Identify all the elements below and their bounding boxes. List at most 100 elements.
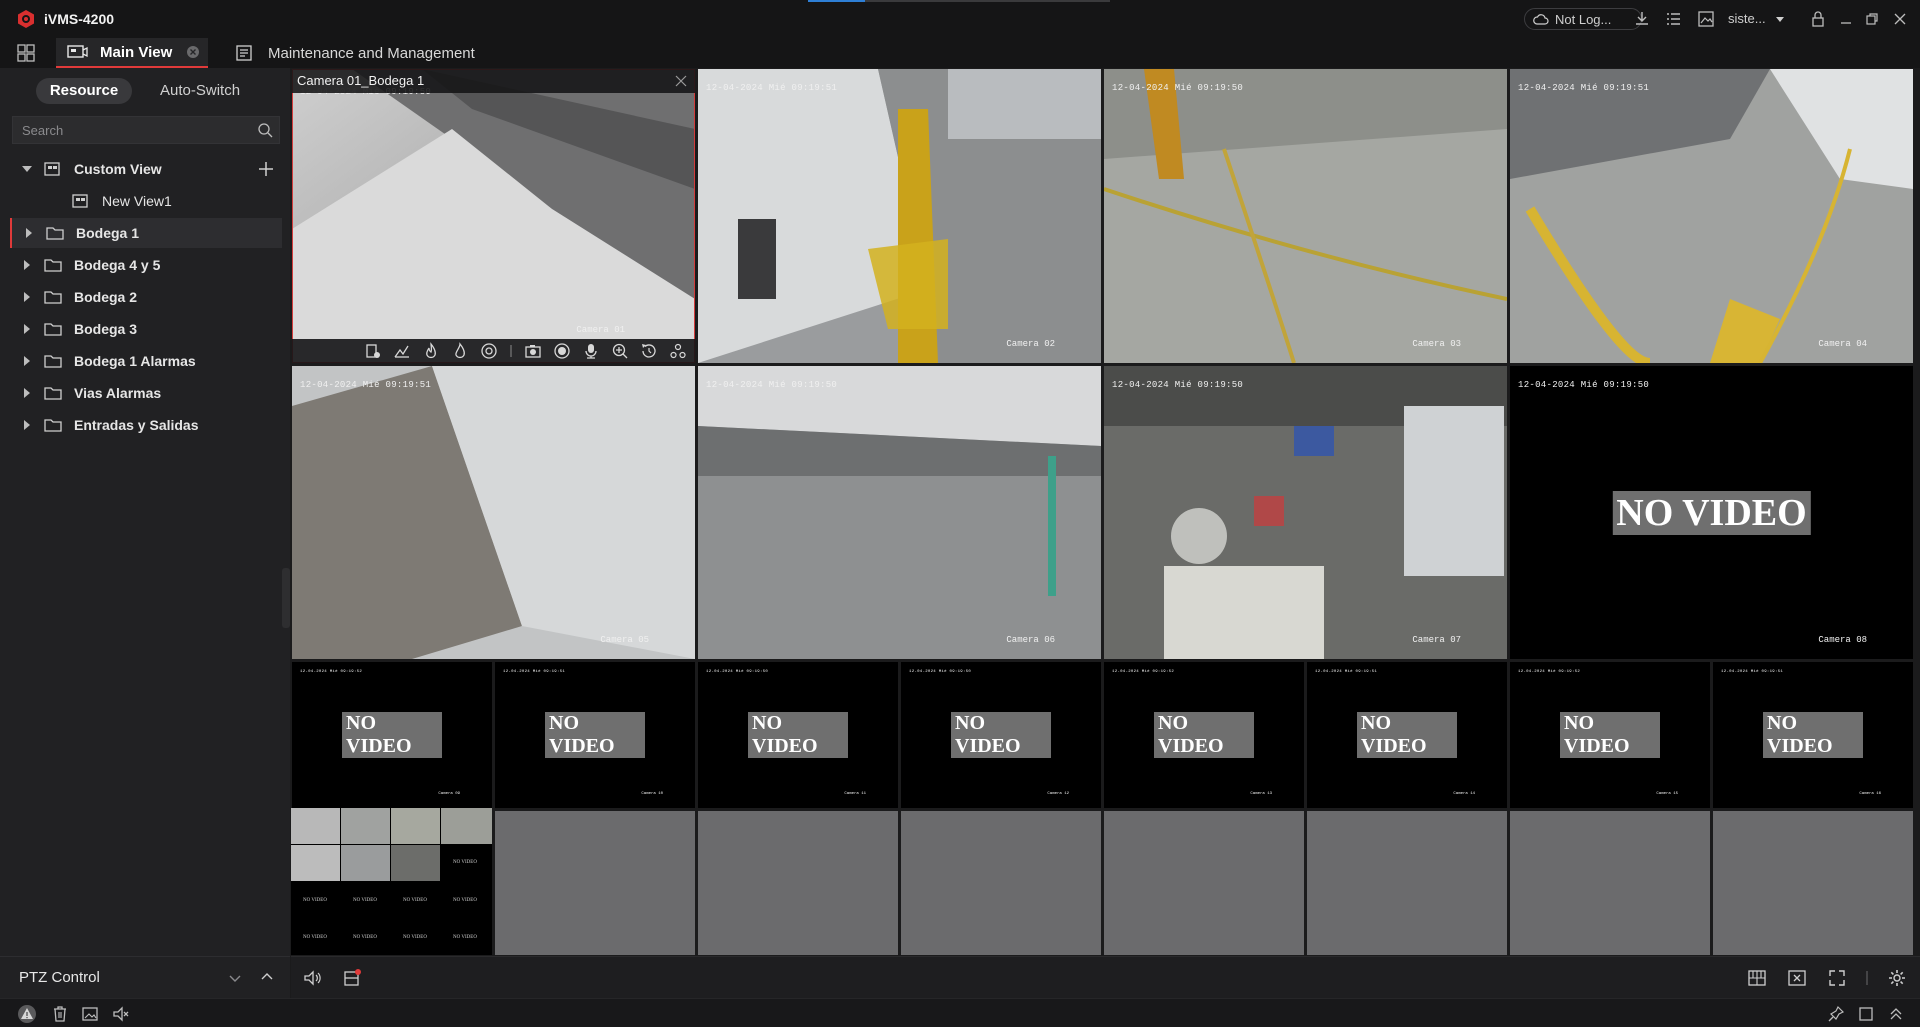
instant-playback-icon[interactable] <box>640 342 658 360</box>
expand-right-icon[interactable] <box>22 420 32 430</box>
empty-cell[interactable] <box>1307 811 1507 955</box>
tree-item-bodega-3[interactable]: Bodega 3 <box>10 314 282 344</box>
tab-main-view-label: Main View <box>100 43 173 61</box>
expand-right-icon[interactable] <box>22 356 32 366</box>
video-cell-6[interactable]: 12-04-2024 Mié 09:19:50 Camera 06 <box>698 366 1101 659</box>
lock-icon[interactable] <box>1808 9 1828 29</box>
tree-item-custom-view[interactable]: Custom View <box>10 154 282 184</box>
camera-1-name: Camera 01 <box>576 325 625 335</box>
mute-icon[interactable] <box>111 1004 131 1024</box>
window-division-icon[interactable] <box>1747 968 1767 988</box>
video-cell-12[interactable]: 12-04-2024 Mié 09:19:50 NO VIDEO Camera … <box>901 662 1101 808</box>
video-cell-16[interactable]: 12-04-2024 Mié 09:19:51 NO VIDEO Camera … <box>1713 662 1913 808</box>
empty-cell[interactable] <box>698 811 898 955</box>
camera-4-name: Camera 04 <box>1818 339 1867 349</box>
tab-maintenance[interactable]: Maintenance and Management <box>224 38 475 68</box>
expand-right-icon[interactable] <box>22 324 32 334</box>
target-icon[interactable] <box>480 342 498 360</box>
empty-cell[interactable] <box>495 811 695 955</box>
video-cell-1[interactable]: 12-04-2024 Mié 09:19:50 Camera 01 Camera… <box>292 69 695 363</box>
remote-record-icon[interactable] <box>364 342 382 360</box>
collapse-up-icon[interactable] <box>1886 1004 1906 1024</box>
image-icon[interactable] <box>1696 9 1716 29</box>
user-dropdown-icon[interactable] <box>1770 9 1790 29</box>
picture-icon[interactable] <box>80 1004 100 1024</box>
segment-resource[interactable]: Resource <box>36 78 132 104</box>
tab-main-view[interactable]: Main View <box>56 38 208 68</box>
camera-7-time: 12-04-2024 Mié 09:19:50 <box>1112 380 1244 390</box>
capture-icon[interactable] <box>524 342 542 360</box>
minimize-icon[interactable] <box>1836 9 1856 29</box>
empty-cell[interactable] <box>901 811 1101 955</box>
expand-right-icon[interactable] <box>22 388 32 398</box>
empty-cell[interactable] <box>1104 811 1304 955</box>
volume-icon[interactable] <box>302 968 322 988</box>
tree-item-bodega-4-y-5[interactable]: Bodega 4 y 5 <box>10 250 282 280</box>
tab-maintenance-label: Maintenance and Management <box>268 44 475 62</box>
more-icon[interactable] <box>669 342 687 360</box>
task-list-icon[interactable] <box>1664 9 1684 29</box>
expand-right-icon[interactable] <box>22 260 32 270</box>
video-cell-3[interactable]: 12-04-2024 Mié 09:19:50 Camera 03 <box>1104 69 1507 363</box>
video-cell-8[interactable]: 12-04-2024 Mié 09:19:50 NO VIDEO Camera … <box>1510 366 1913 659</box>
sidebar-collapse-handle[interactable] <box>282 568 290 628</box>
video-cell-11[interactable]: 12-04-2024 Mié 09:19:50 NO VIDEO Camera … <box>698 662 898 808</box>
pin-icon[interactable] <box>1826 1004 1846 1024</box>
digital-zoom-icon[interactable] <box>611 342 629 360</box>
add-view-icon[interactable] <box>258 161 274 177</box>
tree-item-new-view1[interactable]: New View1 <box>10 186 282 216</box>
expand-right-icon[interactable] <box>24 228 34 238</box>
chevron-down-icon[interactable] <box>228 971 242 985</box>
toolbar-divider <box>510 345 512 357</box>
search-input[interactable] <box>13 117 243 143</box>
mini-multiview-cell[interactable]: NO VIDEO NO VIDEO NO VIDEO NO VIDEO NO V… <box>291 808 492 955</box>
camera-14-name: Camera 14 <box>1453 792 1475 796</box>
search-icon[interactable] <box>257 122 273 138</box>
video-cell-10[interactable]: 12-04-2024 Mié 09:19:51 NO VIDEO Camera … <box>495 662 695 808</box>
cell-close-icon[interactable] <box>675 75 687 87</box>
restore-icon[interactable] <box>1862 9 1882 29</box>
thermal-icon[interactable] <box>451 342 469 360</box>
tab-close-icon[interactable] <box>186 45 200 59</box>
fire-icon[interactable] <box>422 342 440 360</box>
cell-title: Camera 01_Bodega 1 <box>297 73 425 88</box>
tree-item-entradas-y-salidas[interactable]: Entradas y Salidas <box>10 410 282 440</box>
segment-auto-switch[interactable]: Auto-Switch <box>160 78 270 104</box>
expand-right-icon[interactable] <box>22 292 32 302</box>
record-status-icon[interactable] <box>342 968 362 988</box>
chevron-up-icon[interactable] <box>260 970 274 984</box>
video-cell-9[interactable]: 12-04-2024 Mié 09:19:52 NO VIDEO Camera … <box>292 662 492 808</box>
folder-icon <box>46 227 64 240</box>
microphone-icon[interactable] <box>582 342 600 360</box>
video-cell-2[interactable]: 12-04-2024 Mié 09:19:51 Camera 02 <box>698 69 1101 363</box>
user-label[interactable]: siste... <box>1728 11 1766 26</box>
tree-item-bodega-1-alarmas[interactable]: Bodega 1 Alarmas <box>10 346 282 376</box>
alarm-warning-icon[interactable] <box>17 1004 37 1024</box>
toolbar-divider <box>1866 971 1868 985</box>
video-cell-7[interactable]: 12-04-2024 Mié 09:19:50 Camera 07 <box>1104 366 1507 659</box>
cloud-login-button[interactable]: Not Log... <box>1524 8 1642 30</box>
folder-icon <box>44 259 62 272</box>
tree-item-bodega-2[interactable]: Bodega 2 <box>10 282 282 312</box>
tree-item-bodega-1[interactable]: Bodega 1 <box>10 218 282 248</box>
video-cell-13[interactable]: 12-04-2024 Mié 09:19:52 NO VIDEO Camera … <box>1104 662 1304 808</box>
custom-view-icon <box>44 162 60 176</box>
video-cell-4[interactable]: 12-04-2024 Mié 09:19:51 Camera 04 <box>1510 69 1913 363</box>
empty-cell[interactable] <box>1713 811 1913 955</box>
download-icon[interactable] <box>1632 9 1652 29</box>
smart-icon[interactable] <box>393 342 411 360</box>
settings-icon[interactable] <box>1887 968 1907 988</box>
video-cell-15[interactable]: 12-04-2024 Mié 09:19:52 NO VIDEO Camera … <box>1510 662 1710 808</box>
fullscreen-icon[interactable] <box>1827 968 1847 988</box>
empty-cell[interactable] <box>1510 811 1710 955</box>
expand-down-icon[interactable] <box>22 164 32 174</box>
close-all-icon[interactable] <box>1787 968 1807 988</box>
module-grid-icon[interactable] <box>15 42 37 64</box>
close-icon[interactable] <box>1890 9 1910 29</box>
delete-icon[interactable] <box>50 1004 70 1024</box>
video-cell-14[interactable]: 12-04-2024 Mié 09:19:51 NO VIDEO Camera … <box>1307 662 1507 808</box>
window-icon[interactable] <box>1856 1004 1876 1024</box>
record-icon[interactable] <box>553 342 571 360</box>
video-cell-5[interactable]: 12-04-2024 Mié 09:19:51 Camera 05 <box>292 366 695 659</box>
tree-item-vias-alarmas[interactable]: Vias Alarmas <box>10 378 282 408</box>
